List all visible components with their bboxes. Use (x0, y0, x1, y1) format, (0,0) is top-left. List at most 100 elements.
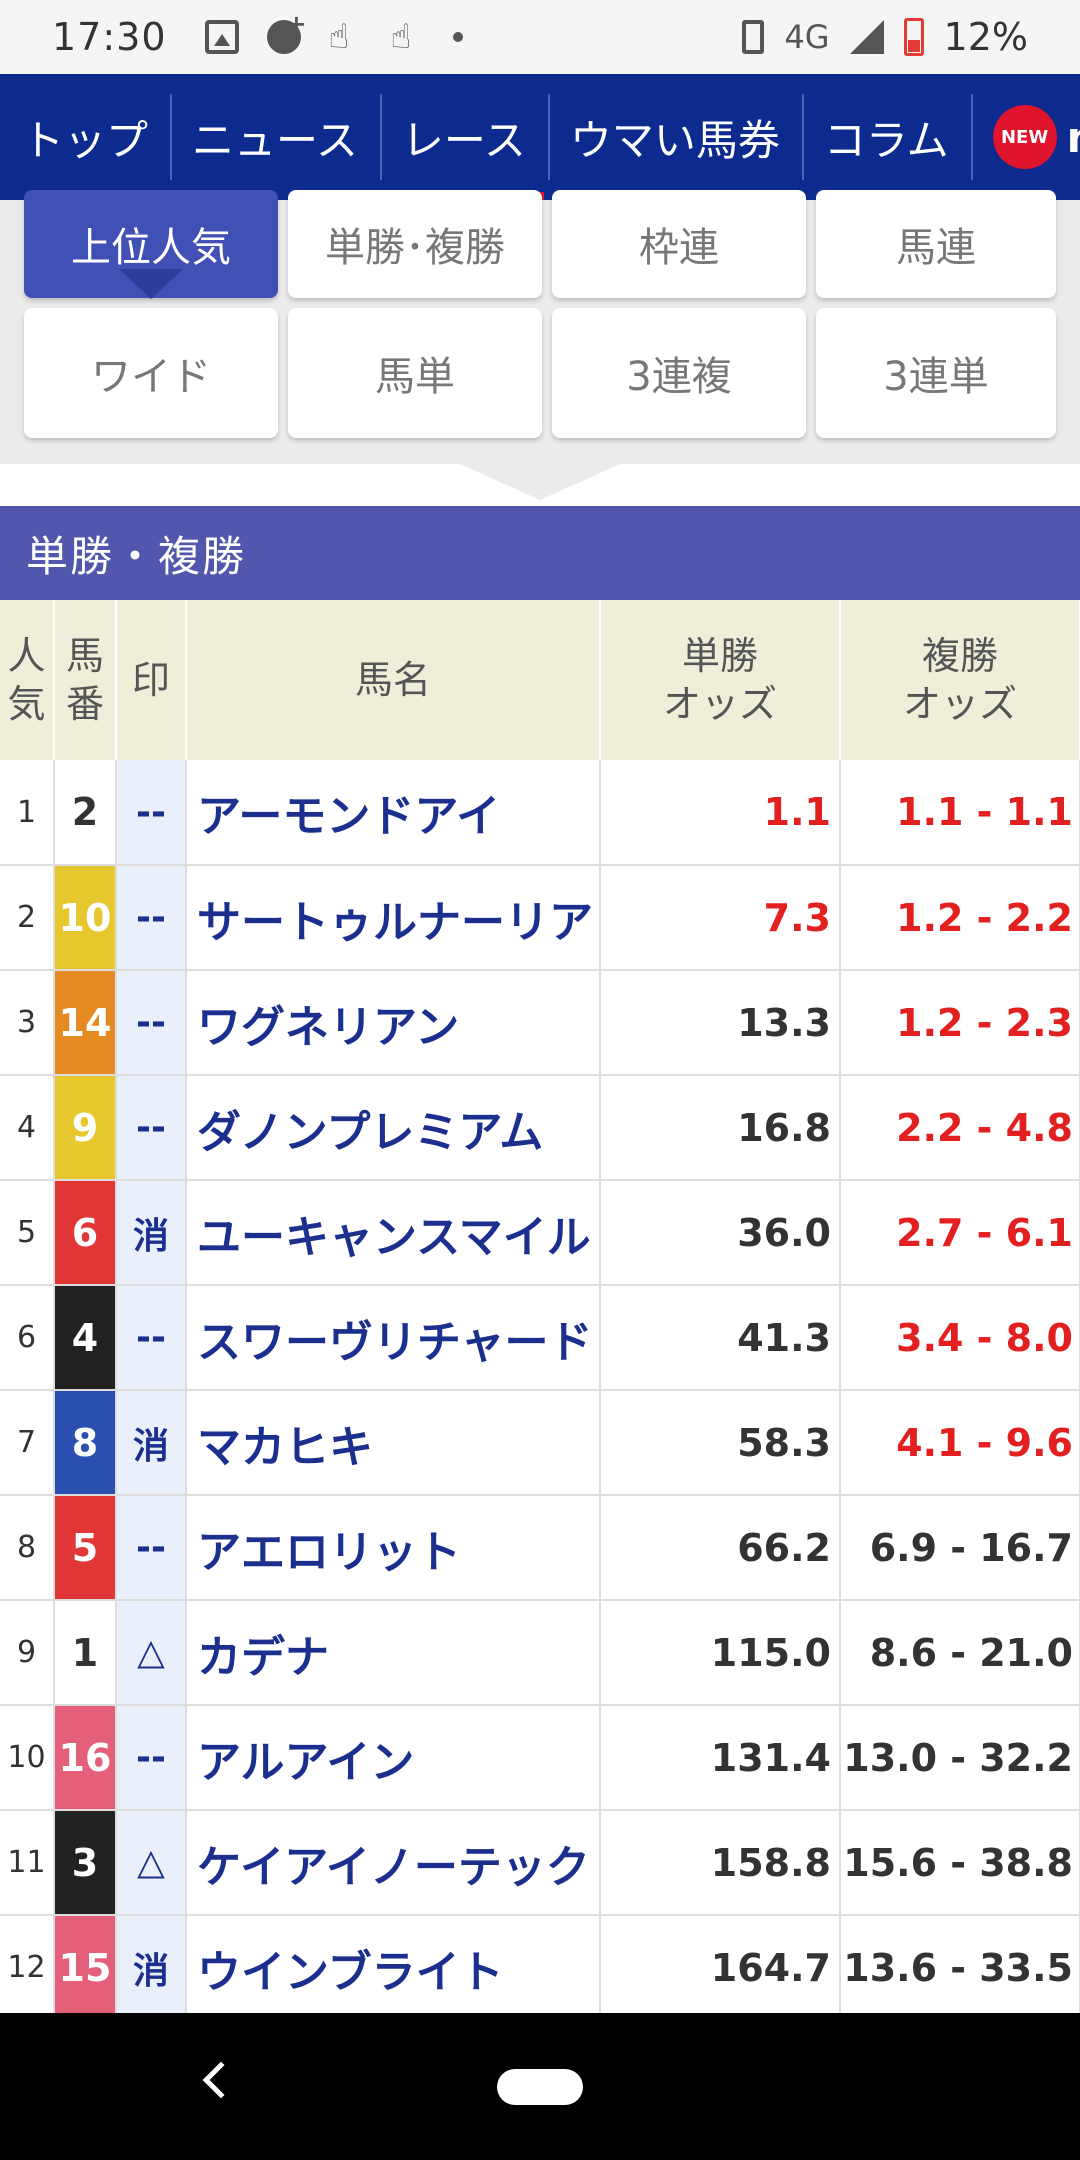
tab-trio[interactable]: 3連複 (552, 308, 806, 438)
battery-icon (903, 18, 924, 56)
nav-new[interactable]: NEW ne (970, 74, 1080, 200)
win-odds: 158.8 (600, 1810, 841, 1916)
win-odds: 13.3 (600, 970, 841, 1076)
horse-number: 15 (54, 1915, 117, 2021)
tab-quinella[interactable]: 馬連 (816, 190, 1056, 298)
horse-number: 3 (54, 1810, 117, 1916)
header-win-odds: 単勝 オッズ (600, 600, 841, 760)
nav-race[interactable]: レース (379, 74, 548, 200)
tab-popular[interactable]: 上位人気 (24, 190, 278, 298)
popularity-rank: 2 (0, 865, 55, 971)
horse-name-link[interactable]: サートゥルナーリア (186, 865, 601, 971)
win-odds: 1.1 (600, 760, 841, 866)
table-row[interactable]: 10 16 -- アルアイン 131.4 13.0 - 32.2 (0, 1705, 1080, 1811)
horse-name-link[interactable]: ユーキャンスマイル (186, 1180, 601, 1286)
nav-top[interactable]: トップ (0, 74, 170, 200)
new-badge: NEW (992, 105, 1057, 169)
table-row[interactable]: 1 2 -- アーモンドアイ 1.1 1.1 - 1.1 (0, 760, 1080, 866)
horse-name-link[interactable]: アーモンドアイ (186, 760, 601, 866)
horse-name-link[interactable]: カデナ (186, 1600, 601, 1706)
table-row[interactable]: 8 5 -- アエロリット 66.2 6.9 - 16.7 (0, 1495, 1080, 1601)
nav-new-label: ne (1067, 113, 1080, 162)
tab-exacta[interactable]: 馬単 (288, 308, 542, 438)
win-odds: 66.2 (600, 1495, 841, 1601)
table-row[interactable]: 3 14 -- ワグネリアン 13.3 1.2 - 2.3 (0, 970, 1080, 1076)
win-odds: 16.8 (600, 1075, 841, 1181)
prediction-mark: -- (116, 1705, 187, 1811)
place-odds: 4.1 - 9.6 (840, 1390, 1080, 1496)
home-icon[interactable] (497, 2069, 583, 2105)
prediction-mark: △ (116, 1600, 187, 1706)
bet-type-tabs: 上位人気 単勝･複勝 枠連 馬連 ワイド 馬単 3連複 3連単 (0, 190, 1080, 464)
win-odds: 58.3 (600, 1390, 841, 1496)
prediction-mark: -- (116, 865, 187, 971)
header-place-odds: 複勝 オッズ (840, 600, 1080, 760)
battery-level: 12% (943, 15, 1028, 59)
horse-name-link[interactable]: ダノンプレミアム (186, 1075, 601, 1181)
touch-notification-icon-2: ☝ (390, 17, 412, 57)
header-number: 馬 番 (54, 600, 117, 760)
place-odds: 6.9 - 16.7 (840, 1495, 1080, 1601)
table-row[interactable]: 2 10 -- サートゥルナーリア 7.3 1.2 - 2.2 (0, 865, 1080, 971)
prediction-mark: -- (116, 1495, 187, 1601)
prediction-mark: 消 (116, 1915, 187, 2021)
place-odds: 13.0 - 32.2 (840, 1705, 1080, 1811)
header-number-line1: 馬 (65, 634, 104, 678)
popularity-rank: 8 (0, 1495, 55, 1601)
prediction-mark: -- (116, 760, 187, 866)
horse-name-link[interactable]: アルアイン (186, 1705, 601, 1811)
table-row[interactable]: 9 1 △ カデナ 115.0 8.6 - 21.0 (0, 1600, 1080, 1706)
horse-number: 14 (54, 970, 117, 1076)
horse-number: 10 (54, 865, 117, 971)
table-row[interactable]: 11 3 △ ケイアイノーテック 158.8 15.6 - 38.8 (0, 1810, 1080, 1916)
touch-notification-icon: ☝ (328, 17, 350, 57)
popularity-rank: 1 (0, 760, 55, 866)
table-row[interactable]: 5 6 消ユーキャンスマイル 36.0 2.7 - 6.1 (0, 1180, 1080, 1286)
popularity-rank: 7 (0, 1390, 55, 1496)
win-odds: 131.4 (600, 1705, 841, 1811)
prediction-mark: △ (116, 1810, 187, 1916)
horse-number: 5 (54, 1495, 117, 1601)
table-row[interactable]: 6 4 -- スワーヴリチャード 41.3 3.4 - 8.0 (0, 1285, 1080, 1391)
horse-name-link[interactable]: ケイアイノーテック (186, 1810, 601, 1916)
tab-bracket-quinella[interactable]: 枠連 (552, 190, 806, 298)
horse-number: 6 (54, 1180, 117, 1286)
nav-news[interactable]: ニュース (170, 74, 380, 200)
table-row[interactable]: 7 8 消マカヒキ 58.3 4.1 - 9.6 (0, 1390, 1080, 1496)
place-odds: 13.6 - 33.5 (840, 1915, 1080, 2021)
nav-umai-baken[interactable]: ウマい馬券 (547, 74, 802, 200)
more-notifications-dot-icon (452, 32, 463, 42)
table-row[interactable]: 12 15 消ウインブライト 164.7 13.6 - 33.5 (0, 1915, 1080, 2021)
tab-win-place[interactable]: 単勝･複勝 (288, 190, 542, 298)
section-title: 単勝・複勝 (0, 506, 1080, 600)
popularity-rank: 6 (0, 1285, 55, 1391)
horse-number: 1 (54, 1600, 117, 1706)
horse-name-link[interactable]: アエロリット (186, 1495, 601, 1601)
horse-name-link[interactable]: マカヒキ (186, 1390, 601, 1496)
vibrate-icon (742, 20, 765, 54)
horse-name-link[interactable]: ワグネリアン (186, 970, 601, 1076)
horse-name-link[interactable]: スワーヴリチャード (186, 1285, 601, 1391)
horse-number: 9 (54, 1075, 117, 1181)
horse-name-link[interactable]: ウインブライト (186, 1915, 601, 2021)
popularity-rank: 12 (0, 1915, 55, 2021)
place-odds: 1.2 - 2.3 (840, 970, 1080, 1076)
top-nav: トップ ニュース レース ウマい馬券 コラム NEW ne (0, 74, 1080, 200)
popularity-rank: 9 (0, 1600, 55, 1706)
popularity-rank: 11 (0, 1810, 55, 1916)
back-icon[interactable] (202, 2061, 240, 2099)
place-odds: 8.6 - 21.0 (840, 1600, 1080, 1706)
place-odds: 1.2 - 2.2 (840, 865, 1080, 971)
image-notification-icon (204, 20, 239, 54)
header-number-line2: 番 (65, 682, 104, 726)
signal-icon (849, 20, 884, 54)
nav-column[interactable]: コラム (801, 74, 971, 200)
win-odds: 115.0 (600, 1600, 841, 1706)
tab-trifecta[interactable]: 3連単 (816, 308, 1056, 438)
table-row[interactable]: 4 9 -- ダノンプレミアム 16.8 2.2 - 4.8 (0, 1075, 1080, 1181)
status-bar: 17:30 ☝ ☝ 4G 12% (0, 0, 1080, 74)
tab-wide[interactable]: ワイド (24, 308, 278, 438)
place-odds: 3.4 - 8.0 (840, 1285, 1080, 1391)
place-odds: 1.1 - 1.1 (840, 760, 1080, 866)
win-odds: 164.7 (600, 1915, 841, 2021)
